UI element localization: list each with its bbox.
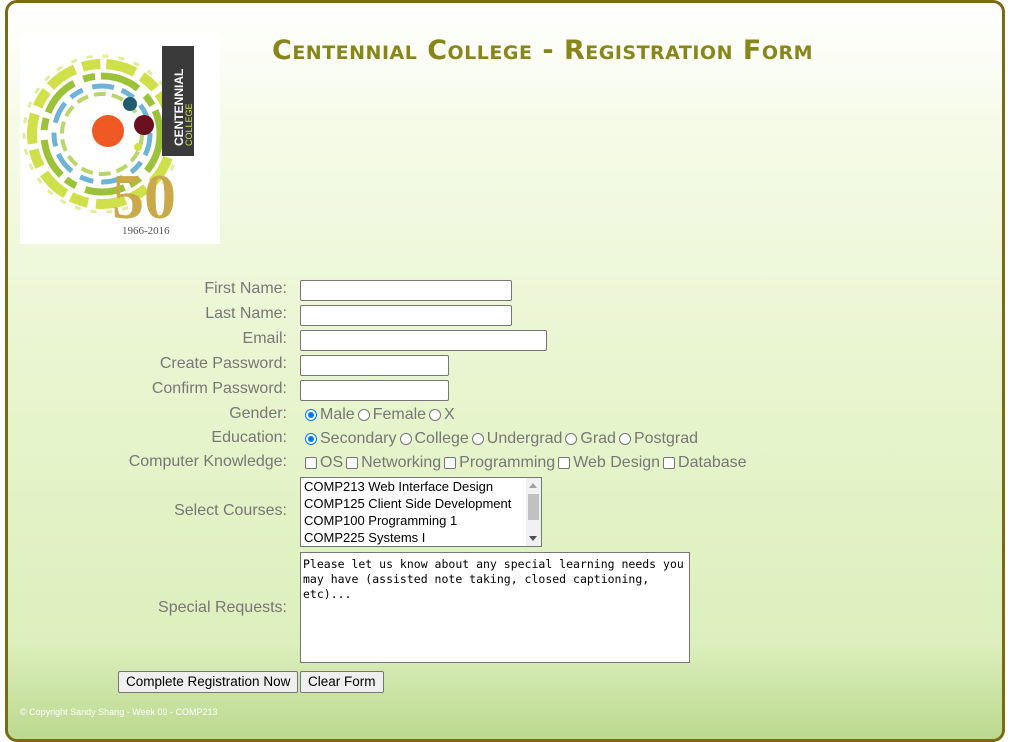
education-undergrad-label: Undergrad [486, 430, 563, 447]
education-postgrad-radio[interactable] [618, 433, 631, 445]
logo-number: 50 [112, 161, 176, 232]
knowledge-networking-label: Networking [361, 454, 442, 471]
education-undergrad-radio[interactable] [471, 433, 484, 445]
knowledge-os-checkbox[interactable] [305, 457, 317, 469]
last-name-label: Last Name: [205, 305, 287, 322]
email-label: Email: [242, 330, 287, 347]
gender-x-label: X [444, 406, 455, 423]
knowledge-os-label: OS [320, 454, 344, 471]
course-option[interactable]: COMP125 Client Side Development [301, 495, 541, 512]
college-logo: CENTENNIAL COLLEGE 50 1966-2016 [20, 34, 220, 244]
page-frame: CENTENNIAL COLLEGE 50 1966-2016 Centenni… [5, 0, 1005, 742]
page-title: Centennial College - Registration Form [272, 35, 814, 66]
gender-male-label: Male [320, 406, 355, 423]
education-options: Secondary College Undergrad Grad Postgra… [304, 430, 700, 448]
special-requests-textarea[interactable]: Please let us know about any special lea… [300, 552, 690, 663]
knowledge-webdesign-label: Web Design [573, 454, 661, 471]
complete-registration-button[interactable]: Complete Registration Now [118, 671, 299, 693]
clear-form-button[interactable]: Clear Form [300, 671, 384, 693]
education-grad-label: Grad [580, 430, 616, 447]
logo-years: 1966-2016 [122, 225, 170, 237]
courses-scrollbar[interactable] [526, 478, 541, 546]
scroll-down-icon[interactable] [529, 536, 537, 541]
first-name-input[interactable] [300, 280, 512, 301]
gender-female-label: Female [372, 406, 427, 423]
confirm-password-label: Confirm Password: [151, 380, 287, 397]
knowledge-database-label: Database [678, 454, 747, 471]
education-college-label: College [414, 430, 469, 447]
create-password-label: Create Password: [159, 355, 287, 372]
education-postgrad-label: Postgrad [633, 430, 698, 447]
education-college-radio[interactable] [399, 433, 412, 445]
knowledge-programming-label: Programming [459, 454, 556, 471]
knowledge-database-checkbox[interactable] [663, 457, 676, 469]
logo-subtext: COLLEGE [184, 103, 194, 146]
confirm-password-input[interactable] [300, 380, 449, 401]
course-option[interactable]: COMP213 Web Interface Design [301, 478, 541, 495]
education-secondary-radio[interactable] [305, 433, 317, 445]
special-requests-label: Special Requests: [158, 599, 287, 616]
gender-x-radio[interactable] [429, 409, 442, 421]
scroll-up-icon[interactable] [529, 483, 537, 488]
knowledge-networking-checkbox[interactable] [346, 457, 359, 469]
courses-listbox[interactable]: COMP213 Web Interface Design COMP125 Cli… [300, 477, 542, 547]
email-input[interactable] [300, 330, 547, 351]
create-password-input[interactable] [300, 355, 449, 376]
education-secondary-label: Secondary [320, 430, 397, 447]
computer-knowledge-options: OS Networking Programming Web Design Dat… [304, 454, 749, 472]
gender-female-radio[interactable] [357, 409, 370, 421]
select-courses-label: Select Courses: [174, 502, 287, 519]
education-grad-radio[interactable] [565, 433, 578, 445]
education-label: Education: [211, 429, 287, 446]
first-name-label: First Name: [204, 280, 287, 297]
computer-knowledge-label: Computer Knowledge: [128, 453, 287, 470]
course-option[interactable]: COMP100 Programming 1 [301, 512, 541, 529]
gender-male-radio[interactable] [305, 409, 317, 421]
footer-copyright: © Copyright Sandy Shang - Week 09 - COMP… [20, 707, 218, 717]
last-name-input[interactable] [300, 305, 512, 326]
gender-label: Gender: [229, 405, 287, 422]
knowledge-webdesign-checkbox[interactable] [558, 457, 571, 469]
course-option[interactable]: COMP225 Systems I [301, 529, 541, 546]
scroll-thumb[interactable] [528, 494, 539, 520]
gender-options: Male Female X [304, 406, 457, 424]
knowledge-programming-checkbox[interactable] [444, 457, 457, 469]
